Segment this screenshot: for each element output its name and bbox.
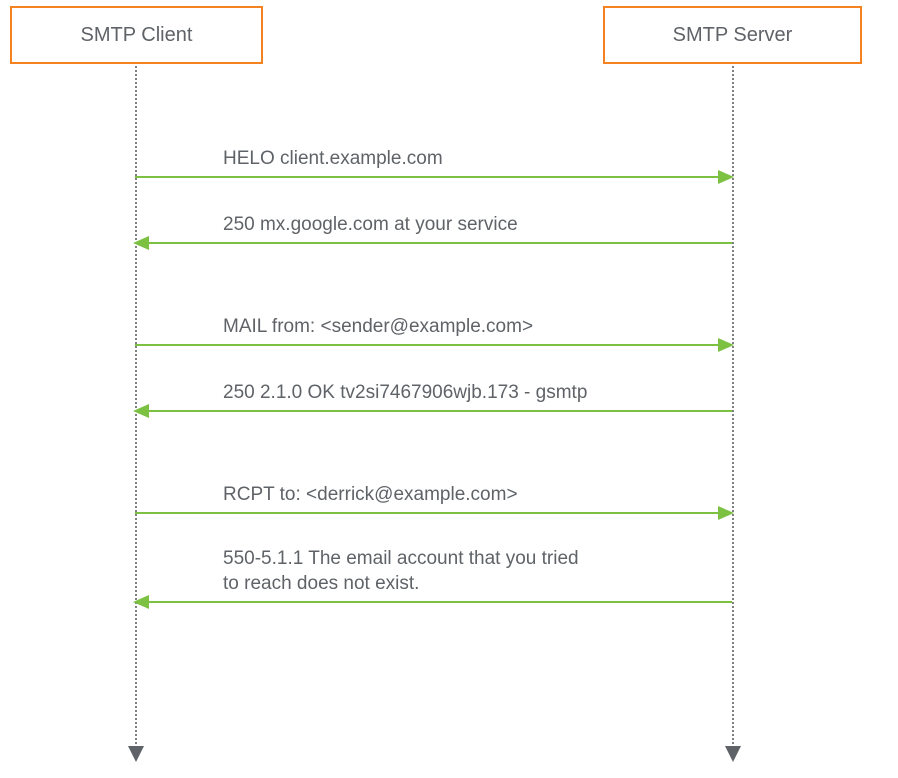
message-6-line — [135, 601, 732, 603]
message-5-label: RCPT to: <derrick@example.com> — [223, 482, 518, 508]
participant-client: SMTP Client — [10, 6, 263, 64]
participant-client-label: SMTP Client — [81, 24, 193, 47]
arrow-left-icon — [133, 404, 149, 418]
message-1-label: HELO client.example.com — [223, 146, 443, 172]
message-4-line — [135, 410, 732, 412]
lifeline-client-arrowhead-icon — [128, 746, 144, 762]
message-4-label: 250 2.1.0 OK tv2si7467906wjb.173 - gsmtp — [223, 380, 587, 406]
lifeline-server — [732, 66, 734, 748]
message-3-line — [135, 344, 732, 346]
participant-server: SMTP Server — [603, 6, 862, 64]
participant-server-label: SMTP Server — [673, 24, 793, 47]
arrow-right-icon — [718, 338, 734, 352]
lifeline-server-arrowhead-icon — [725, 746, 741, 762]
arrow-right-icon — [718, 170, 734, 184]
arrow-left-icon — [133, 595, 149, 609]
message-6-label: 550-5.1.1 The email account that you tri… — [223, 546, 579, 597]
message-2-line — [135, 242, 732, 244]
arrow-left-icon — [133, 236, 149, 250]
message-2-label: 250 mx.google.com at your service — [223, 212, 518, 238]
arrow-right-icon — [718, 506, 734, 520]
sequence-diagram: SMTP Client SMTP Server HELO client.exam… — [0, 0, 898, 778]
message-1-line — [135, 176, 732, 178]
message-5-line — [135, 512, 732, 514]
message-3-label: MAIL from: <sender@example.com> — [223, 314, 533, 340]
